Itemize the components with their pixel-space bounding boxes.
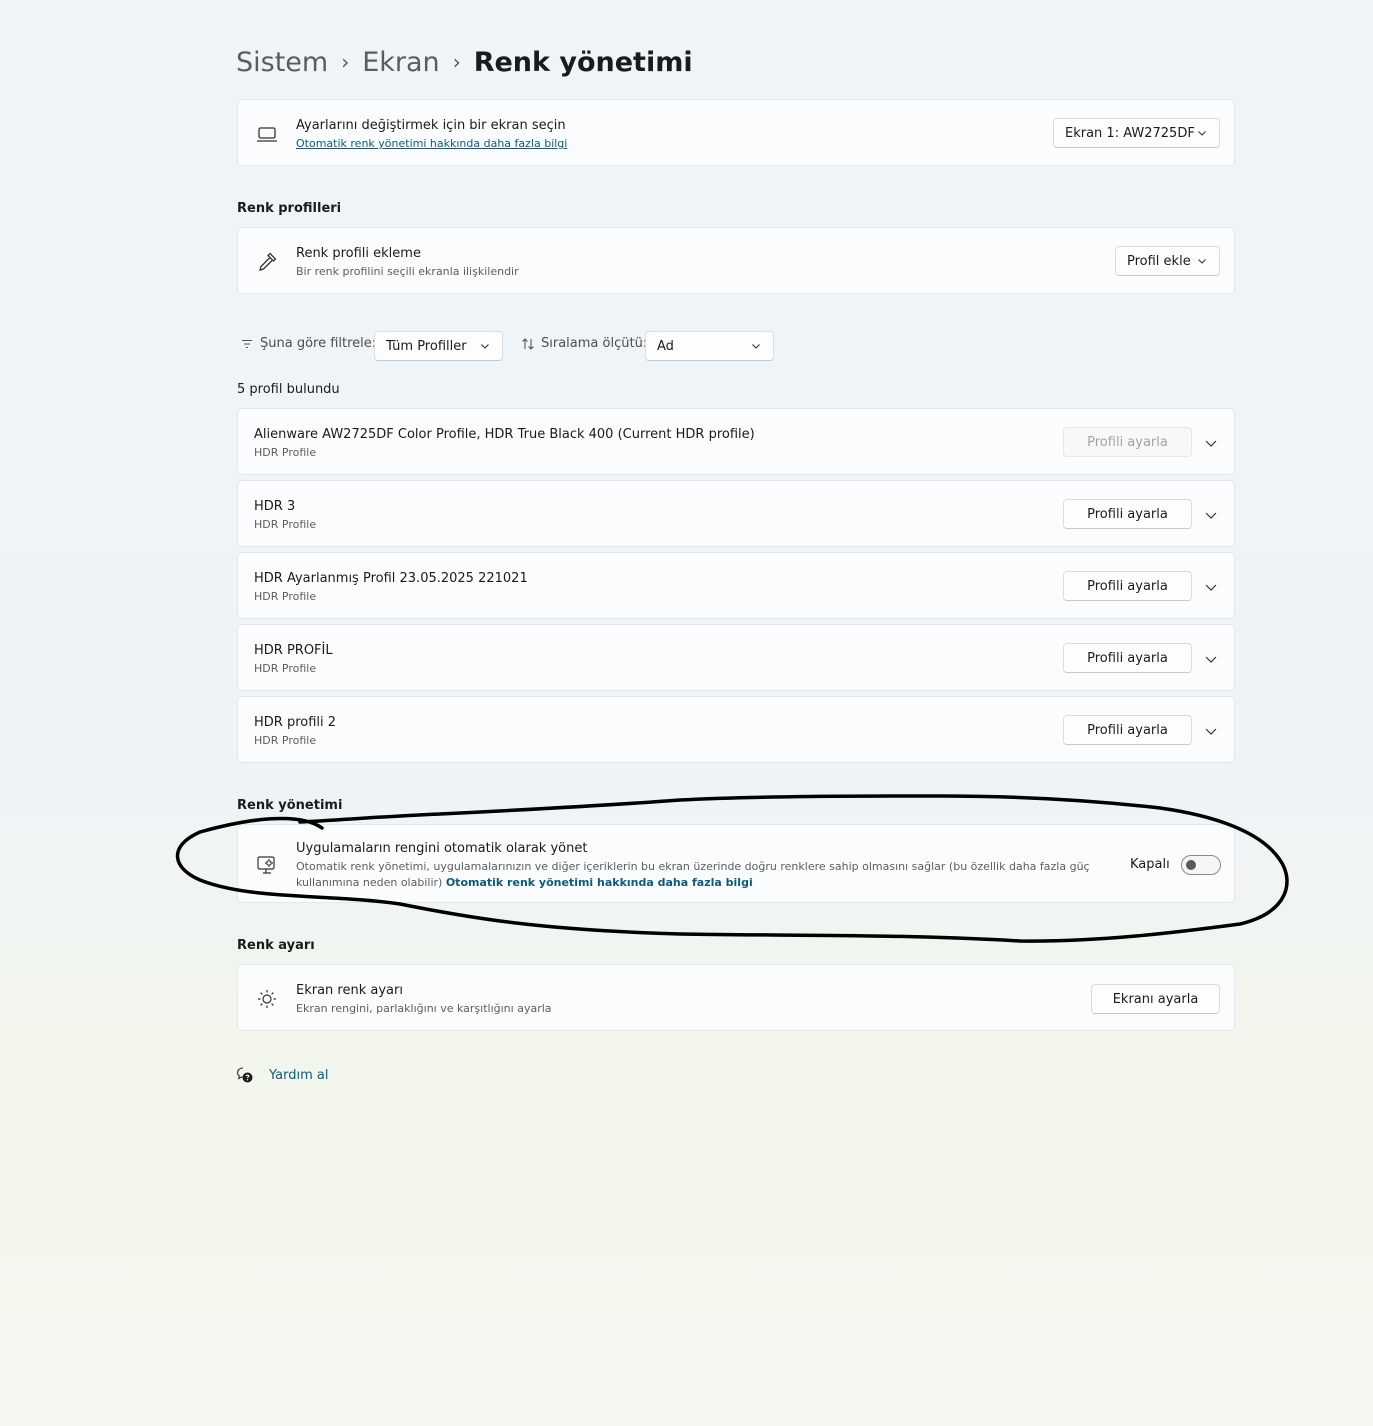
add-profile-button-label: Profil ekle <box>1127 253 1191 269</box>
sort-icon <box>522 337 534 350</box>
profile-type: HDR Profile <box>254 734 317 747</box>
page-title: Renk yönetimi <box>473 46 693 78</box>
display-dropdown[interactable]: Ekran 1: AW2725DF <box>1053 118 1220 148</box>
sort-dropdown-value: Ad <box>657 338 674 354</box>
chevron-down-icon[interactable] <box>1204 652 1218 666</box>
display-dropdown-value: Ekran 1: AW2725DF <box>1065 125 1195 141</box>
set-profile-button[interactable]: Profili ayarla <box>1063 571 1192 601</box>
profile-row[interactable]: HDR Ayarlanmış Profil 23.05.2025 221021 … <box>237 552 1235 619</box>
set-profile-button[interactable]: Profili ayarla <box>1063 643 1192 673</box>
breadcrumb-separator: › <box>341 50 350 74</box>
auto-color-description-text: kullanımına neden olabilir) <box>296 876 443 889</box>
profile-row[interactable]: Alienware AW2725DF Color Profile, HDR Tr… <box>237 408 1235 475</box>
brightness-icon <box>258 990 276 1008</box>
breadcrumb: Sistem › Ekran › Renk yönetimi <box>236 42 693 82</box>
filter-dropdown-value: Tüm Profiller <box>386 338 467 354</box>
filter-dropdown[interactable]: Tüm Profiller <box>374 331 503 361</box>
profile-row[interactable]: HDR PROFİL HDR Profile Profili ayarla <box>237 624 1235 691</box>
calibrate-display-button[interactable]: Ekranı ayarla <box>1091 984 1220 1014</box>
sort-dropdown[interactable]: Ad <box>645 331 774 361</box>
chevron-down-icon[interactable] <box>1204 580 1218 594</box>
set-profile-button[interactable]: Profili ayarla <box>1063 499 1192 529</box>
auto-color-toggle[interactable] <box>1181 855 1221 875</box>
learn-more-link[interactable]: Otomatik renk yönetimi hakkında daha faz… <box>296 137 567 150</box>
profile-name: HDR Ayarlanmış Profil 23.05.2025 221021 <box>254 571 528 586</box>
display-select-title: Ayarlarını değiştirmek için bir ekran se… <box>296 118 566 133</box>
breadcrumb-item-ekran[interactable]: Ekran <box>362 47 439 78</box>
add-profile-subtitle: Bir renk profilini seçili ekranla ilişki… <box>296 265 519 278</box>
profile-type: HDR Profile <box>254 590 317 603</box>
section-heading-calibration: Renk ayarı <box>237 938 315 953</box>
chevron-down-icon[interactable] <box>1204 724 1218 738</box>
profile-row[interactable]: HDR 3 HDR Profile Profili ayarla <box>237 480 1235 547</box>
sort-label-text: Sıralama ölçütü: <box>541 336 648 351</box>
sort-label: Sıralama ölçütü: <box>521 336 647 351</box>
add-profile-title: Renk profili ekleme <box>296 246 421 261</box>
laptop-icon <box>257 127 277 142</box>
set-profile-button[interactable]: Profili ayarla <box>1063 427 1192 457</box>
profile-name: Alienware AW2725DF Color Profile, HDR Tr… <box>254 427 755 442</box>
chevron-down-icon[interactable] <box>1204 508 1218 522</box>
eyedropper-icon <box>259 252 277 271</box>
profile-type: HDR Profile <box>254 518 317 531</box>
profile-name: HDR PROFİL <box>254 643 333 658</box>
toggle-state-label: Kapalı <box>1130 857 1170 872</box>
auto-color-learn-more-link[interactable]: Otomatik renk yönetimi hakkında daha faz… <box>446 876 753 889</box>
auto-color-management-card: Uygulamaların rengini otomatik olarak yö… <box>237 824 1235 903</box>
chevron-down-icon <box>481 344 489 349</box>
breadcrumb-separator: › <box>452 50 461 74</box>
chevron-down-icon <box>1198 259 1206 264</box>
get-help-label: Yardım al <box>269 1067 329 1083</box>
auto-color-description-2: kullanımına neden olabilir) Otomatik ren… <box>296 876 753 889</box>
section-heading-color-profiles: Renk profilleri <box>237 201 342 216</box>
breadcrumb-item-sistem[interactable]: Sistem <box>236 47 328 78</box>
toggle-knob <box>1186 860 1196 870</box>
profile-name: HDR 3 <box>254 499 296 514</box>
get-help-link[interactable]: Yardım al <box>236 1066 328 1084</box>
monitor-color-icon <box>257 856 275 874</box>
add-color-profile-card: Renk profili ekleme Bir renk profilini s… <box>237 227 1235 294</box>
auto-color-description: Otomatik renk yönetimi, uygulamalarınızı… <box>296 860 1090 873</box>
section-heading-color-management: Renk yönetimi <box>237 798 343 813</box>
profiles-found-count: 5 profil bulundu <box>237 382 340 397</box>
help-icon <box>236 1067 253 1083</box>
add-profile-button[interactable]: Profil ekle <box>1115 246 1220 276</box>
profile-type: HDR Profile <box>254 446 317 459</box>
chevron-down-icon <box>752 344 760 349</box>
filter-label-text: Şuna göre filtrele: <box>260 336 377 351</box>
calibration-card: Ekran renk ayarı Ekran rengini, parlaklı… <box>237 964 1235 1031</box>
auto-color-title: Uygulamaların rengini otomatik olarak yö… <box>296 841 588 856</box>
chevron-down-icon[interactable] <box>1204 436 1218 450</box>
profile-type: HDR Profile <box>254 662 317 675</box>
profile-row[interactable]: HDR profili 2 HDR Profile Profili ayarla <box>237 696 1235 763</box>
chevron-down-icon <box>1198 131 1206 136</box>
filter-icon <box>242 339 252 348</box>
profile-name: HDR profili 2 <box>254 715 337 730</box>
display-select-card: Ayarlarını değiştirmek için bir ekran se… <box>237 99 1235 166</box>
set-profile-button[interactable]: Profili ayarla <box>1063 715 1192 745</box>
calibration-subtitle: Ekran rengini, parlaklığını ve karşıtlığ… <box>296 1002 552 1015</box>
calibration-title: Ekran renk ayarı <box>296 983 403 998</box>
filter-label: Şuna göre filtrele: <box>240 336 376 351</box>
